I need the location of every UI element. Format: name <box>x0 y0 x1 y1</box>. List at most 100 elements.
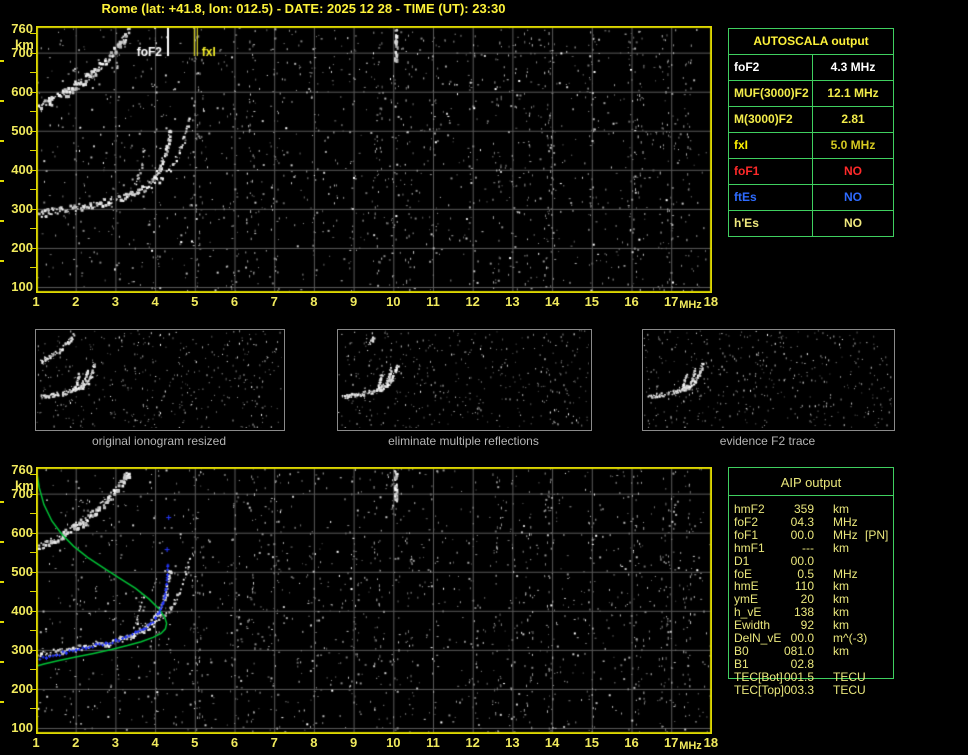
x-tick-label: 11 <box>426 294 440 309</box>
aip-row-unit: MHz <box>833 514 858 529</box>
panel-caption-eliminate: eliminate multiple reflections <box>388 434 539 448</box>
edge-dash <box>0 661 4 663</box>
y-axis-tick <box>30 33 36 35</box>
y-axis-tick <box>30 267 36 269</box>
x-tick-label: 7 <box>270 735 278 750</box>
autoscala-row-value: NO <box>844 216 862 230</box>
x-tick-label: 10 <box>386 294 401 309</box>
aip-row-label: B1 <box>734 656 749 671</box>
autoscala-row: h'Es NO <box>729 211 893 236</box>
y-axis-tick <box>30 130 36 132</box>
autoscala-row-value: 5.0 MHz <box>830 138 876 152</box>
x-tick-label: 6 <box>230 735 239 750</box>
aip-table-header: AIP output <box>780 475 842 490</box>
x-tick-label: 1 <box>32 294 40 309</box>
y-axis-tick <box>30 669 36 671</box>
y-axis-tick <box>30 208 36 210</box>
panel-evidence-f2-canvas <box>643 330 892 428</box>
autoscala-row-value: NO <box>844 190 862 204</box>
aip-row-value: 081.0 <box>783 643 814 658</box>
aip-row-value: 001.5 <box>783 669 814 684</box>
y-axis-tick <box>30 708 36 710</box>
y-axis-tick <box>30 72 36 74</box>
y-axis-tick <box>30 532 36 534</box>
y-tick-label: 300 <box>11 641 33 657</box>
autoscala-row: fxI 5.0 MHz <box>729 133 893 159</box>
x-tick-label: 4 <box>151 294 159 309</box>
x-tick-label: 6 <box>230 294 239 309</box>
autoscala-row-label: foF1 <box>729 159 813 184</box>
aip-row-unit: TECU <box>833 682 866 697</box>
x-tick-label: 8 <box>310 735 318 750</box>
bottom-ionogram-plot <box>36 467 712 734</box>
aip-row: TEC[Top] 003.3 TECU <box>729 682 919 697</box>
autoscala-row: foF1 NO <box>729 159 893 185</box>
aip-row-value: --- <box>802 540 814 555</box>
y-axis-tick <box>30 688 36 690</box>
bottom-ionogram-canvas <box>36 467 712 734</box>
y-tick-label: 600 <box>11 83 33 99</box>
aip-row-value: 003.3 <box>783 682 814 697</box>
autoscala-row-label: MUF(3000)F2 <box>729 81 813 106</box>
y-tick-label: 100 <box>11 720 33 735</box>
edge-dash <box>0 501 4 503</box>
x-tick-label: 12 <box>465 294 480 309</box>
x-tick-label: 3 <box>111 735 119 750</box>
x-tick-label: 5 <box>191 294 199 309</box>
autoscala-table-header: AUTOSCALA output <box>729 29 893 55</box>
y-axis-tick <box>30 91 36 93</box>
aip-row: B0 081.0 km <box>729 643 919 658</box>
y-axis-tick <box>30 649 36 651</box>
y-tick-label: 760 <box>11 21 33 37</box>
x-tick-label: 2 <box>72 294 80 309</box>
y-tick-label: 400 <box>11 602 33 618</box>
x-tick-label: 16 <box>624 294 639 309</box>
edge-dash <box>0 621 4 623</box>
aip-row: DelN_vE 00.0 m^(-3) <box>729 632 919 645</box>
edge-dash <box>0 260 4 262</box>
x-tick-label: 15 <box>584 735 600 750</box>
x-tick-label: 15 <box>584 294 600 309</box>
y-axis-tick <box>30 493 36 495</box>
panel-original-ionogram <box>35 329 285 431</box>
x-tick-label: 2 <box>72 735 80 750</box>
edge-dash <box>0 220 4 222</box>
x-tick-label: 5 <box>191 735 199 750</box>
autoscala-row-label: foF2 <box>729 55 813 80</box>
aip-row: foF2 04.3 MHz <box>729 514 919 529</box>
aip-row-label: foF1 <box>734 527 759 542</box>
x-tick-label: 8 <box>310 294 318 309</box>
x-tick-label: 16 <box>624 735 639 750</box>
x-tick-label: 14 <box>544 735 560 750</box>
y-tick-label: 760 <box>11 462 33 478</box>
autoscala-row-value: 12.1 MHz <box>827 86 879 100</box>
y-axis-tick <box>30 228 36 230</box>
y-tick-label: 400 <box>11 161 33 177</box>
aip-row-value: 04.3 <box>790 514 814 529</box>
y-axis-tick <box>30 474 36 476</box>
autoscala-table: AUTOSCALA output foF2 4.3 MHz MUF(3000)F2 1… <box>728 28 894 237</box>
aip-row-label: D1 <box>734 553 750 568</box>
y-tick-label: 100 <box>11 279 33 294</box>
x-tick-label: 9 <box>349 294 358 309</box>
edge-dash <box>0 140 4 142</box>
x-tick-label: 11 <box>426 735 440 750</box>
autoscala-row-label: fxI <box>729 133 813 158</box>
y-axis-tick <box>30 169 36 171</box>
aip-row: foF1 00.0 MHz [PN] <box>729 527 919 542</box>
panel-original-ionogram-canvas <box>36 330 282 428</box>
aip-row-unit: MHz <box>833 527 858 542</box>
y-axis-tick <box>30 189 36 191</box>
edge-dash <box>0 581 4 583</box>
aip-row-label: B0 <box>734 643 749 658</box>
page-title: Rome (lat: +41.8, lon: 012.5) - DATE: 20… <box>101 1 506 16</box>
x-tick-label: 4 <box>151 735 159 750</box>
aip-row-unit: km <box>833 540 849 555</box>
x-tick-label: 12 <box>465 735 480 750</box>
top-ionogram-plot <box>36 26 712 293</box>
autoscala-row-label: h'Es <box>729 211 813 236</box>
aip-row-label: foF2 <box>734 514 759 529</box>
y-axis-unit: km <box>15 37 34 52</box>
autoscala-screen: Rome (lat: +41.8, lon: 012.5) - DATE: 20… <box>0 0 968 755</box>
autoscala-row-label: M(3000)F2 <box>729 107 813 132</box>
